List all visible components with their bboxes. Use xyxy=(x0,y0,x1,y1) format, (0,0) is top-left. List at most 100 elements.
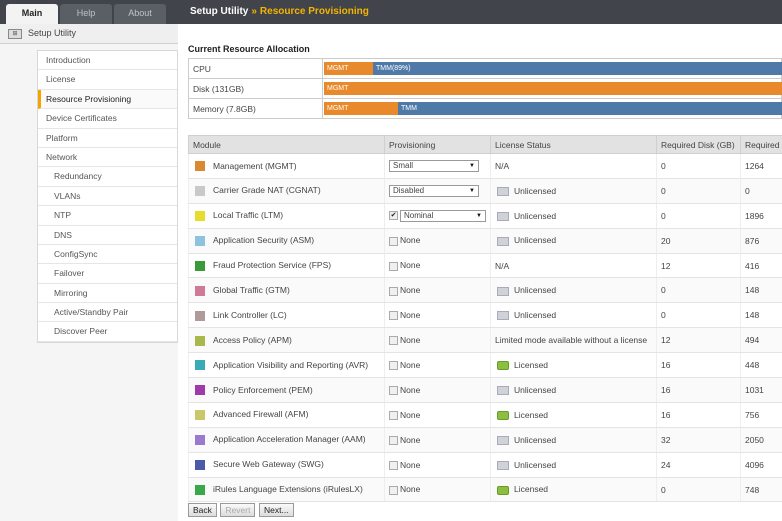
provisioning-value: Small xyxy=(393,160,414,170)
next-button[interactable]: Next... xyxy=(258,503,294,517)
module-cell: Local Traffic (LTM) xyxy=(188,203,385,229)
nav-item-license[interactable]: License xyxy=(38,70,177,90)
button-bar: Back Revert Next... xyxy=(188,503,295,517)
module-cell: Secure Web Gateway (SWG) xyxy=(188,452,385,478)
dropdown-arrow-icon: ▼ xyxy=(469,162,475,169)
nav-item-introduction[interactable]: Introduction xyxy=(38,51,177,71)
required-disk-cell: 12 xyxy=(656,327,741,354)
module-name: Global Traffic (GTM) xyxy=(213,285,290,296)
module-name: Advanced Firewall (AFM) xyxy=(213,409,309,420)
provisioning-checkbox[interactable] xyxy=(389,410,398,420)
unlicensed-icon xyxy=(497,211,509,221)
provisioning-checkbox[interactable] xyxy=(389,236,398,246)
license-status-cell: Licensed xyxy=(490,477,657,503)
provisioning-checkbox[interactable] xyxy=(389,261,398,271)
provisioning-cell: None xyxy=(384,228,491,254)
nav-item-failover[interactable]: Failover xyxy=(38,264,177,284)
tab-about[interactable]: About xyxy=(114,4,166,24)
required-disk-cell: 24 xyxy=(656,452,741,478)
provisioning-checkbox[interactable] xyxy=(389,311,398,321)
col-provisioning[interactable]: Provisioning xyxy=(384,135,491,154)
allocation-bar-cell: MGMT TMM(89%) xyxy=(322,58,782,79)
tab-help[interactable]: Help xyxy=(60,4,112,24)
col-module[interactable]: Module xyxy=(188,135,385,154)
tab-strip: Main Help About xyxy=(0,0,170,24)
allocation-label: Memory (7.8GB) xyxy=(188,98,323,119)
module-cell: Management (MGMT) xyxy=(188,153,385,179)
provisioning-select[interactable]: Disabled ▼ xyxy=(389,184,479,197)
nav-item-dns[interactable]: DNS xyxy=(38,226,177,245)
nav-item-device-certificates[interactable]: Device Certificates xyxy=(38,109,177,129)
required-disk-cell: 32 xyxy=(656,427,741,453)
module-color-swatch xyxy=(195,161,205,172)
license-status-text: Unlicensed xyxy=(514,210,557,221)
provisioning-value: None xyxy=(400,359,421,370)
module-name: Application Security (ASM) xyxy=(213,235,315,246)
module-color-swatch xyxy=(195,211,205,222)
back-button[interactable]: Back xyxy=(188,503,217,517)
collapse-toggle-icon[interactable]: ⊞ xyxy=(8,29,22,39)
unlicensed-icon xyxy=(497,311,509,321)
license-status-cell: Unlicensed xyxy=(490,228,657,254)
provisioning-checkbox[interactable] xyxy=(389,460,398,470)
nav-item-resource-provisioning[interactable]: Resource Provisioning xyxy=(38,89,177,110)
col-required-disk[interactable]: Required Disk (GB) xyxy=(656,135,741,154)
unlicensed-icon xyxy=(497,286,509,296)
module-cell: Application Visibility and Reporting (AV… xyxy=(188,352,385,379)
nav-item-network[interactable]: Network xyxy=(38,148,177,168)
provisioning-cell: Small ▼ xyxy=(384,153,491,179)
module-cell: Carrier Grade NAT (CGNAT) xyxy=(188,178,385,204)
provisioning-checkbox[interactable] xyxy=(389,286,398,296)
module-color-swatch xyxy=(195,285,205,296)
provisioning-checkbox[interactable] xyxy=(389,361,398,371)
license-status-cell: Unlicensed xyxy=(490,178,657,204)
provisioning-select[interactable]: Small ▼ xyxy=(389,159,479,172)
module-name: Application Visibility and Reporting (AV… xyxy=(213,359,369,370)
module-name: Carrier Grade NAT (CGNAT) xyxy=(213,185,321,196)
nav-item-mirroring[interactable]: Mirroring xyxy=(38,284,177,304)
allocation-bar-cell: MGMT TMM xyxy=(322,98,782,119)
required-memory-cell: 4096 xyxy=(740,452,782,478)
revert-button[interactable]: Revert xyxy=(220,503,256,517)
required-memory-cell: 494 xyxy=(740,327,782,354)
provisioning-checkbox[interactable] xyxy=(389,435,398,445)
required-memory-cell: 1031 xyxy=(740,377,782,403)
provisioning-checkbox[interactable]: ✔ xyxy=(389,211,398,221)
allocation-bar: MGMT TMM xyxy=(324,102,782,115)
provisioning-checkbox[interactable] xyxy=(389,386,398,396)
required-disk-cell: 0 xyxy=(656,277,741,304)
col-required-memory[interactable]: Required M xyxy=(740,135,782,154)
module-color-swatch xyxy=(195,335,205,346)
required-disk-cell: 20 xyxy=(656,228,741,254)
required-disk-cell: 0 xyxy=(656,178,741,204)
module-color-swatch xyxy=(195,260,205,271)
nav-item-platform[interactable]: Platform xyxy=(38,129,177,148)
nav-item-configsync[interactable]: ConfigSync xyxy=(38,245,177,265)
table-row: Carrier Grade NAT (CGNAT) Disabled ▼ Unlice… xyxy=(188,178,782,204)
module-cell: Link Controller (LC) xyxy=(188,302,385,329)
provisioning-value: None xyxy=(400,484,421,495)
provisioning-checkbox[interactable] xyxy=(389,485,398,495)
nav-item-active-standby-pair[interactable]: Active/Standby Pair xyxy=(38,303,177,323)
tab-main[interactable]: Main xyxy=(6,4,58,24)
provisioning-checkbox[interactable] xyxy=(389,336,398,346)
nav-item-vlans[interactable]: VLANs xyxy=(38,187,177,207)
col-license-status[interactable]: License Status xyxy=(490,135,657,154)
nav-item-discover-peer[interactable]: Discover Peer xyxy=(38,322,177,342)
required-memory-cell: 148 xyxy=(740,302,782,329)
table-row: Policy Enforcement (PEM) None Unlicensed 16… xyxy=(188,377,782,403)
license-status-text: Unlicensed xyxy=(514,285,557,296)
module-name: Management (MGMT) xyxy=(213,160,297,171)
provisioning-cell: None xyxy=(384,302,491,329)
unlicensed-icon xyxy=(497,460,509,470)
table-row: Link Controller (LC) None Unlicensed 0 148 xyxy=(188,302,782,329)
module-name: Application Acceleration Manager (AAM) xyxy=(213,434,366,445)
required-memory-cell: 1264 xyxy=(740,153,782,179)
module-color-swatch xyxy=(195,484,205,495)
nav-item-redundancy[interactable]: Redundancy xyxy=(38,167,177,187)
breadcrumb-root[interactable]: Setup Utility xyxy=(190,6,248,17)
nav-item-ntp[interactable]: NTP xyxy=(38,206,177,226)
provisioning-select[interactable]: Nominal ▼ xyxy=(400,209,486,222)
table-row: Application Acceleration Manager (AAM) No… xyxy=(188,427,782,453)
module-cell: Global Traffic (GTM) xyxy=(188,277,385,304)
